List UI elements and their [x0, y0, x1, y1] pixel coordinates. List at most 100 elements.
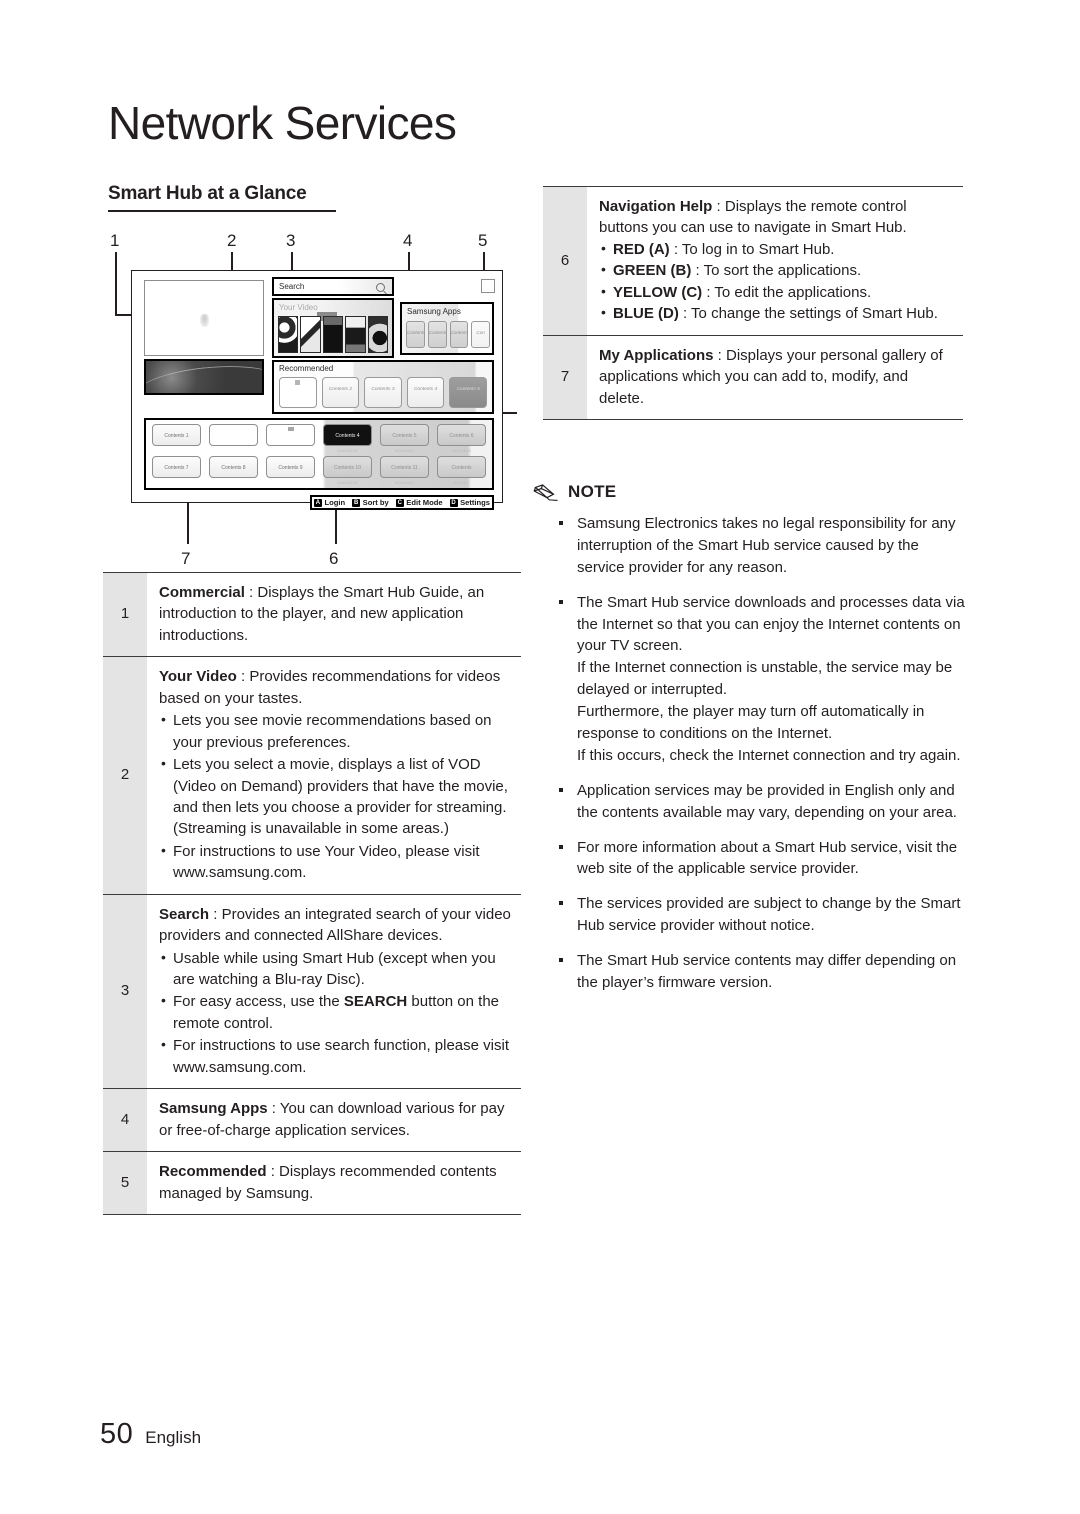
- app-cell[interactable]: Contents xxxxxx: [437, 456, 486, 485]
- row-separator: :: [267, 1100, 280, 1118]
- table-row: 1 Commercial : Displays the Smart Hub Gu…: [103, 571, 521, 658]
- row-term: Samsung Apps: [159, 1100, 268, 1118]
- video-thumbnail[interactable]: [345, 316, 366, 353]
- app-cell[interactable]: Contents 1: [152, 424, 201, 453]
- table-row: 2 Your Video : Provides recommendations …: [103, 656, 521, 895]
- page-language: English: [145, 1428, 202, 1447]
- app-tile[interactable]: Contents 1: [406, 321, 425, 348]
- recommended-tile[interactable]: Contents 3: [364, 377, 402, 408]
- recommended-tile[interactable]: Contents 2: [321, 377, 360, 408]
- section-underline: [108, 210, 336, 212]
- callout-number-1: 1: [110, 231, 120, 250]
- app-cell[interactable]: Contents 8: [209, 456, 258, 485]
- note-item: Samsung Electronics takes no legal respo…: [557, 513, 965, 579]
- bullet-item: BLUE (D) : To change the settings of Sma…: [599, 302, 957, 324]
- app-cell[interactable]: Contents 7: [152, 456, 201, 485]
- recommended-label: Recommended: [279, 364, 334, 373]
- app-cell[interactable]: Contents 9: [266, 456, 315, 485]
- note-paragraph: If this occurs, check the Internet conne…: [577, 746, 961, 764]
- nav-help-edit-mode[interactable]: C Edit Mode: [395, 498, 443, 507]
- bullet-key: BLUE (D): [613, 305, 679, 323]
- corner-square-icon: [481, 279, 495, 293]
- bullet-item: YELLOW (C) : To edit the applications.: [599, 281, 957, 303]
- nav-help-sort-by[interactable]: B Sort by: [352, 498, 389, 507]
- callout-number-4: 4: [403, 231, 413, 250]
- note-paragraph: The Smart Hub service downloads and proc…: [577, 593, 965, 655]
- video-thumbnail[interactable]: [278, 316, 299, 353]
- samsung-apps-tiles: Contents 1 Contents 2 Contents 3 Con: [406, 321, 490, 348]
- app-tile[interactable]: Con: [471, 321, 490, 348]
- callout-number-3: 3: [286, 231, 296, 250]
- recommended-tile[interactable]: Contents 5: [449, 377, 487, 408]
- recommended-tile[interactable]: [279, 377, 317, 408]
- bullet-item: For easy access, use the SEARCH button o…: [159, 990, 515, 1034]
- note-block: NOTE Samsung Electronics takes no legal …: [533, 482, 965, 1007]
- note-paragraph: Furthermore, the player may turn off aut…: [577, 703, 925, 743]
- row-bullet-list: Lets you see movie recommendations based…: [159, 709, 515, 884]
- bullet-item: RED (A) : To log in to Smart Hub.: [599, 238, 957, 260]
- your-video-label: Your Video: [279, 303, 318, 312]
- row-index: 5: [103, 1151, 147, 1215]
- note-paragraph: Samsung Electronics takes no legal respo…: [577, 515, 956, 576]
- app-tile[interactable]: Contents 8: [209, 456, 258, 478]
- leader-line-5b: [501, 412, 517, 414]
- app-cell[interactable]: Contents 10 xxxxxxxx: [323, 456, 372, 485]
- app-cell[interactable]: Contents 4 xxxxxxxx: [323, 424, 372, 453]
- your-video-panel[interactable]: Your Video: [272, 298, 394, 358]
- row-index: 7: [543, 335, 587, 420]
- app-cell[interactable]: Contents 6 xxxxxxxx: [437, 424, 486, 453]
- app-tile[interactable]: Contents 7: [152, 456, 201, 478]
- app-tile[interactable]: Contents 9: [266, 456, 315, 478]
- app-tile[interactable]: [266, 424, 315, 446]
- app-cell[interactable]: Contents 5 xxxxxxxx: [380, 424, 429, 453]
- leader-line-1: [115, 252, 117, 314]
- recommended-tiles: Contents 2 Contents 3 Contents 4 Content…: [279, 377, 487, 408]
- row-index: 2: [103, 656, 147, 895]
- app-tile[interactable]: Contents 6: [437, 424, 486, 446]
- recommended-panel[interactable]: Recommended Contents 2 Contents 3 Conten…: [272, 360, 494, 414]
- app-caption: xxxxxxxx: [451, 448, 472, 453]
- video-thumbnail[interactable]: [322, 316, 344, 353]
- app-tile[interactable]: Contents: [437, 456, 486, 478]
- row-description: Samsung Apps : You can download various …: [147, 1088, 521, 1153]
- commercial-panel[interactable]: [144, 280, 264, 356]
- app-cell[interactable]: [266, 424, 315, 453]
- my-applications-panel[interactable]: Contents 1 Contents 4 xxxxxxxx Contents …: [144, 418, 494, 490]
- table-row: 6 Navigation Help : Displays the remote …: [543, 186, 963, 336]
- note-item: The Smart Hub service downloads and proc…: [557, 592, 965, 767]
- key-b-icon: B: [352, 498, 361, 507]
- samsung-apps-label: Samsung Apps: [407, 307, 461, 316]
- app-caption: xxxxxxxx: [394, 480, 415, 485]
- app-cell[interactable]: [209, 424, 258, 453]
- row-bullet-list: RED (A) : To log in to Smart Hub. GREEN …: [599, 238, 957, 325]
- app-tile[interactable]: Contents 11: [380, 456, 429, 478]
- app-tile[interactable]: Contents 4: [323, 424, 372, 446]
- navigation-help-bar: A Login B Sort by C Edit Mode D Settings: [310, 495, 494, 510]
- row-index: 4: [103, 1088, 147, 1153]
- app-tile[interactable]: Contents 2: [427, 321, 447, 348]
- note-paragraph: If the Internet connection is unstable, …: [577, 659, 953, 699]
- app-tile[interactable]: [209, 424, 258, 446]
- commercial-banner[interactable]: [144, 359, 264, 395]
- nav-help-login[interactable]: A Login: [313, 498, 345, 507]
- row-separator: :: [236, 668, 250, 686]
- table-row: 3 Search : Provides an integrated search…: [103, 894, 521, 1090]
- bullet-item: Lets you see movie recommendations based…: [159, 709, 515, 753]
- app-cell[interactable]: Contents 11 xxxxxxxx: [380, 456, 429, 485]
- app-caption: xxxxxxxx: [337, 480, 358, 485]
- app-tile[interactable]: Contents 5: [380, 424, 429, 446]
- row-description: My Applications : Displays your personal…: [587, 335, 963, 420]
- bullet-text: : To log in to Smart Hub.: [669, 240, 835, 258]
- app-tile[interactable]: Contents 3: [449, 321, 469, 348]
- nav-help-label: Sort by: [362, 498, 389, 507]
- bullet-item: Usable while using Smart Hub (except whe…: [159, 947, 515, 991]
- app-tile[interactable]: Contents 10: [323, 456, 372, 478]
- recommended-tile[interactable]: Contents 4: [406, 377, 445, 408]
- note-header: NOTE: [533, 482, 965, 502]
- video-thumbnail[interactable]: [367, 316, 389, 353]
- samsung-apps-panel[interactable]: Samsung Apps Contents 1 Contents 2 Conte…: [400, 302, 494, 355]
- app-tile[interactable]: Contents 1: [152, 424, 201, 446]
- nav-help-settings[interactable]: D Settings: [449, 498, 490, 507]
- search-bar[interactable]: Search: [272, 277, 394, 296]
- video-thumbnail[interactable]: [300, 316, 321, 353]
